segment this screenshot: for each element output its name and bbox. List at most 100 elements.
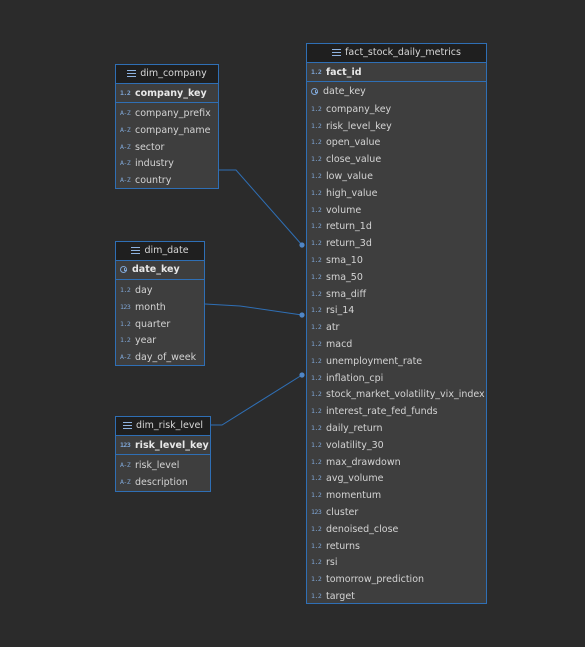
- numeric-type-icon: 123: [120, 441, 131, 449]
- numeric-type-icon: 1.2: [311, 474, 322, 483]
- column-row[interactable]: 1.2 inflation_cpi: [307, 370, 486, 387]
- numeric-type-icon: 1.2: [311, 373, 322, 382]
- column-row[interactable]: 1.2 atr: [307, 319, 486, 336]
- entity-header[interactable]: dim_company: [116, 65, 218, 84]
- string-type-icon: A-Z: [120, 353, 131, 362]
- column-row[interactable]: 1.2 sma_10: [307, 252, 486, 269]
- string-type-icon: A-Z: [120, 159, 131, 168]
- column-row[interactable]: date_key: [307, 84, 486, 101]
- numeric-type-icon: 1.2: [311, 272, 322, 281]
- column-row[interactable]: 1.2 return_1d: [307, 218, 486, 235]
- column-name: day: [135, 285, 153, 296]
- date-type-icon: [120, 266, 127, 273]
- column-row[interactable]: 1.2 volume: [307, 202, 486, 219]
- numeric-type-icon: 1.2: [311, 339, 322, 348]
- entity-dim-date[interactable]: dim_date date_key 1.2 day 123 month 1.2 quart…: [115, 241, 205, 366]
- numeric-type-icon: 1.2: [311, 121, 322, 130]
- column-row[interactable]: 1.2 unemployment_rate: [307, 353, 486, 370]
- column-name: company_key: [326, 103, 392, 115]
- column-row[interactable]: A-Z company_name: [116, 122, 218, 139]
- column-row[interactable]: 1.2 denoised_close: [307, 521, 486, 538]
- column-row[interactable]: 1.2 tomorrow_prediction: [307, 571, 486, 588]
- column-name: unemployment_rate: [326, 355, 423, 367]
- column-name: day_of_week: [135, 352, 197, 364]
- column-row[interactable]: 1.2 momentum: [307, 487, 486, 504]
- column-row[interactable]: 1.2 rsi_14: [307, 302, 486, 319]
- numeric-type-icon: 1.2: [311, 390, 322, 399]
- primary-key-row[interactable]: 123 risk_level_key: [116, 436, 210, 455]
- entity-dim-company[interactable]: dim_company 1.2 company_key A-Z company_pr…: [115, 64, 219, 189]
- entity-header[interactable]: dim_risk_level: [116, 417, 210, 436]
- column-row[interactable]: 1.2 day: [116, 282, 204, 299]
- column-row[interactable]: A-Z country: [116, 172, 218, 189]
- column-name: risk_level: [135, 460, 180, 471]
- string-type-icon: A-Z: [120, 142, 131, 151]
- numeric-type-icon: 1.2: [311, 558, 322, 567]
- column-row[interactable]: 1.2 interest_rate_fed_funds: [307, 403, 486, 420]
- entity-title: dim_risk_level: [135, 420, 203, 431]
- column-name: interest_rate_fed_funds: [326, 406, 438, 418]
- relation-endpoint-risk: [299, 372, 305, 378]
- column-row[interactable]: 1.2 returns: [307, 538, 486, 555]
- numeric-type-icon: 1.2: [311, 239, 322, 248]
- column-row[interactable]: 1.2 macd: [307, 336, 486, 353]
- relation-risk-fact[interactable]: [210, 374, 303, 426]
- column-row[interactable]: 123 month: [116, 299, 204, 316]
- column-row[interactable]: 1.2 return_3d: [307, 235, 486, 252]
- column-name: quarter: [135, 318, 171, 330]
- column-row[interactable]: 1.2 rsi: [307, 554, 486, 571]
- relation-date-fact[interactable]: [204, 303, 303, 316]
- column-row[interactable]: 1.2 avg_volume: [307, 470, 486, 487]
- column-row[interactable]: A-Z company_prefix: [116, 105, 218, 122]
- primary-key-row[interactable]: date_key: [116, 261, 204, 280]
- column-name: company_prefix: [135, 108, 211, 119]
- entity-dim-risk-level[interactable]: dim_risk_level 123 risk_level_key A-Z risk…: [115, 416, 211, 492]
- column-row[interactable]: 1.2 sma_50: [307, 269, 486, 286]
- column-row[interactable]: 1.2 low_value: [307, 168, 486, 185]
- column-row[interactable]: 1.2 year: [116, 332, 204, 349]
- entity-fact-stock-daily-metrics[interactable]: fact_stock_daily_metrics 1.2 fact_id date…: [306, 43, 487, 604]
- column-row[interactable]: 1.2 company_key: [307, 101, 486, 118]
- column-name: cluster: [326, 506, 359, 518]
- numeric-type-icon: 1.2: [311, 591, 322, 600]
- column-name: close_value: [326, 154, 382, 166]
- column-row[interactable]: A-Z description: [116, 474, 210, 491]
- column-row[interactable]: 1.2 stock_market_volatility_vix_index: [307, 386, 486, 403]
- numeric-type-icon: 1.2: [311, 423, 322, 432]
- column-row[interactable]: 1.2 high_value: [307, 185, 486, 202]
- column-row[interactable]: 1.2 target: [307, 588, 486, 605]
- column-row[interactable]: 1.2 open_value: [307, 134, 486, 151]
- numeric-type-icon: 1.2: [311, 541, 322, 550]
- primary-key-row[interactable]: 1.2 company_key: [116, 84, 218, 103]
- column-row[interactable]: 1.2 daily_return: [307, 420, 486, 437]
- column-row[interactable]: 1.2 quarter: [116, 316, 204, 333]
- column-row[interactable]: 1.2 risk_level_key: [307, 118, 486, 135]
- column-name: rsi_14: [326, 305, 355, 317]
- string-type-icon: A-Z: [120, 461, 131, 469]
- column-row[interactable]: A-Z risk_level: [116, 457, 210, 474]
- entity-header[interactable]: dim_date: [116, 242, 204, 261]
- column-row[interactable]: 1.2 close_value: [307, 151, 486, 168]
- column-row[interactable]: A-Z sector: [116, 139, 218, 156]
- column-row[interactable]: 1.2 sma_diff: [307, 286, 486, 303]
- string-type-icon: A-Z: [120, 109, 131, 117]
- column-name: inflation_cpi: [326, 372, 384, 384]
- column-row[interactable]: A-Z industry: [116, 155, 218, 172]
- relation-endpoint-company: [299, 242, 305, 248]
- column-row[interactable]: A-Z day_of_week: [116, 349, 204, 366]
- column-name: avg_volume: [326, 473, 384, 485]
- string-type-icon: A-Z: [120, 176, 131, 185]
- entity-header[interactable]: fact_stock_daily_metrics: [307, 44, 486, 63]
- numeric-type-icon: 1.2: [311, 155, 322, 164]
- column-row[interactable]: 1.2 volatility_30: [307, 437, 486, 454]
- column-name: date_key: [323, 86, 366, 97]
- column-name: atr: [326, 322, 340, 334]
- column-name: month: [135, 301, 166, 313]
- numeric-type-icon: 1.2: [120, 336, 131, 345]
- numeric-type-icon: 1.2: [311, 440, 322, 449]
- table-icon: [127, 70, 137, 77]
- column-row[interactable]: 1.2 max_drawdown: [307, 454, 486, 471]
- column-row[interactable]: 123 cluster: [307, 504, 486, 521]
- relation-company-fact[interactable]: [219, 169, 303, 246]
- primary-key-row[interactable]: 1.2 fact_id: [307, 63, 486, 82]
